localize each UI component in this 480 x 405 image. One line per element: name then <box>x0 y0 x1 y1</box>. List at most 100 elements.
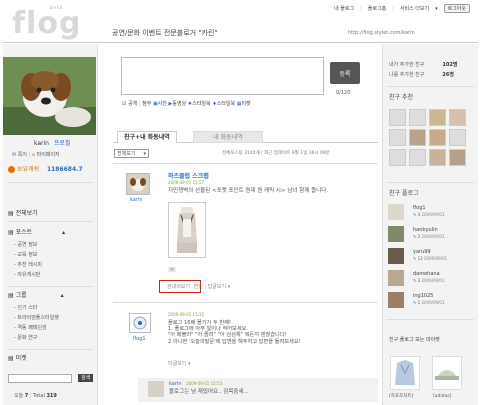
filter-summary: 전체포스팅 3144개 / 최근 업데이트 9월 1일 16시 09분 <box>222 151 330 156</box>
divider <box>386 86 474 87</box>
friend-blog-item[interactable]: flog1 ✎ 3 2009/09/01 <box>388 204 476 226</box>
message-link[interactable]: 쪽지 <box>18 152 27 158</box>
divider <box>386 319 474 320</box>
recommended-friend[interactable] <box>449 109 466 126</box>
avatar[interactable] <box>129 313 151 333</box>
filter-select[interactable]: 전체보기 ▾ <box>114 149 149 158</box>
menu-posts[interactable]: ▤ 포스트 ▴ <box>8 229 65 236</box>
friend-avatar <box>388 292 404 308</box>
product-thumbnail[interactable] <box>390 356 420 390</box>
tab-friends-activity[interactable]: 친구+내 화동내역 <box>117 131 177 143</box>
friend-market-title: 친구 플로그 보는 마이켓 <box>389 337 440 343</box>
nav-flog-home[interactable]: 플로그홈 <box>368 5 386 12</box>
recommended-friend[interactable] <box>389 129 406 146</box>
more-replies-link[interactable]: 더글보기 ▾ <box>168 361 191 367</box>
feed-line: "아 배불러" "아 졸려" "아 심심해" 뭐든지 괜찮습니다! <box>168 332 287 339</box>
mypage-link[interactable]: 마이페이지 <box>37 152 60 158</box>
friend-stats: 내가 추가한 친구 102명 나를 추가한 친구 26명 <box>389 60 457 80</box>
feed-thumbnail[interactable] <box>168 202 206 258</box>
blog-url[interactable]: http://flog.stylet.com/karin <box>348 30 415 36</box>
collapse-icon[interactable]: ▴ <box>61 292 64 299</box>
friend-blog-title: 친구 플로그 <box>389 190 419 197</box>
reply-author[interactable]: karin <box>169 381 182 387</box>
collapse-icon[interactable]: ▴ <box>62 229 65 236</box>
category-item[interactable]: - 자유게시판 <box>14 270 42 280</box>
friend-blog-item[interactable]: damehana ✎ 3 2009/09/01 <box>388 270 476 292</box>
option-stylebook[interactable]: 스타일북 <box>192 101 210 107</box>
action-link[interactable]: 연인 <box>194 284 203 290</box>
group-item[interactable]: - 격동 패레딘암 <box>14 323 59 333</box>
nav-more-services[interactable]: 서비스 더보기 <box>400 5 429 12</box>
recommended-friend[interactable] <box>449 149 466 166</box>
menu-posts-label: 포스트 <box>15 229 33 236</box>
profile-mini-links: ✉ 쪽지 | ⌂ 마이페이지 <box>12 152 60 158</box>
divider <box>113 163 378 164</box>
recommended-friend[interactable] <box>409 149 426 166</box>
logout-button[interactable]: 로그아웃 <box>443 4 470 13</box>
recommended-friend[interactable] <box>409 109 426 126</box>
divider <box>8 221 93 222</box>
option-video[interactable]: 동영상 <box>172 101 186 107</box>
folder-icon: ▤ <box>8 229 14 236</box>
friend-blog-item[interactable]: hanbyulin ✎ 2 2009/09/01 <box>388 226 476 248</box>
option-stylebook-2[interactable]: 스타일북 <box>217 101 235 107</box>
recommended-friend[interactable] <box>409 129 426 146</box>
profile-photo <box>3 57 96 135</box>
group-item[interactable]: - 인기 스타 <box>14 303 59 313</box>
avatar[interactable] <box>126 173 150 195</box>
menu-mini[interactable]: ▤ 미켓 <box>8 355 27 362</box>
top-nav: 내 플로그 | 플로그홈 | 서비스 더보기 ▾ 로그아웃 <box>334 4 470 13</box>
category-item[interactable]: - 교육 정보 <box>14 250 42 260</box>
chevron-down-icon: ▾ <box>188 361 191 367</box>
stat-row[interactable]: 내가 추가한 친구 102명 <box>389 60 457 70</box>
reply-avatar[interactable] <box>148 381 164 397</box>
flog-logo[interactable]: flog <box>12 6 81 41</box>
friend-avatar <box>388 270 404 286</box>
recommended-friend[interactable] <box>429 129 446 146</box>
option-photo[interactable]: 사진 <box>158 101 167 107</box>
product-label[interactable]: [adidas] <box>433 394 451 399</box>
option-market[interactable]: 미켓 <box>241 101 250 107</box>
menu-all[interactable]: ▤ 전체보기 <box>8 210 38 217</box>
filter-selected: 전체보기 <box>117 150 136 157</box>
divider <box>113 302 378 303</box>
tab-my-activity[interactable]: 내 화동내역 <box>193 131 263 143</box>
recommended-friend[interactable] <box>449 129 466 146</box>
recommended-friend[interactable] <box>389 109 406 126</box>
product-thumbnail[interactable] <box>432 356 462 390</box>
friend-blog-item[interactable]: yaru99 ✎ 13 2009/09/01 <box>388 248 476 270</box>
group-item[interactable]: - 트라이엄플스타일햇 <box>14 313 59 323</box>
coin-icon <box>8 166 15 173</box>
product-label[interactable]: [하포조처트] <box>389 394 413 399</box>
stat-row[interactable]: 나를 추가한 친구 26명 <box>389 70 457 80</box>
divider <box>8 349 93 350</box>
recommended-friend[interactable] <box>429 109 446 126</box>
status-textarea[interactable] <box>121 57 324 95</box>
recommend-grid <box>389 109 466 166</box>
action-view-replies[interactable]: 답글보기 <box>208 284 226 290</box>
char-counter: 0/120 <box>336 90 351 96</box>
category-item[interactable]: - 추천 레시피 <box>14 260 42 270</box>
recommended-friend[interactable] <box>429 149 446 166</box>
post-button[interactable]: 등록 <box>330 62 360 84</box>
folder-icon: ▤ <box>8 292 14 299</box>
menu-groups[interactable]: ▤ 그룹 ▴ <box>8 292 64 299</box>
feed-author[interactable]: karin <box>130 197 143 203</box>
chevron-down-icon: ▾ <box>435 5 438 12</box>
sidebar-search-input[interactable] <box>8 374 72 383</box>
action-view-related[interactable]: 관내의보기 <box>167 284 190 290</box>
friend-blog-item[interactable]: ing1025 ✎ 1 2009/09/01 <box>388 292 476 314</box>
recommended-friend[interactable] <box>389 149 406 166</box>
option-attach: 첨부 <box>142 101 152 107</box>
profile-link[interactable]: 프로필 <box>54 140 71 147</box>
feed-author[interactable]: flog1 <box>133 336 146 342</box>
public-checkbox[interactable]: ☑ <box>122 101 126 107</box>
profile-name[interactable]: karin <box>34 140 49 147</box>
visitor-count: 오늘 7 | Total 319 <box>14 393 57 399</box>
sidebar-search-button[interactable]: 검색 <box>78 374 94 382</box>
main-content <box>99 44 381 405</box>
nav-my-flog[interactable]: 내 플로그 <box>334 5 354 12</box>
group-item[interactable]: - 문화 연구 <box>14 333 59 343</box>
category-item[interactable]: - 공연 정보 <box>14 240 42 250</box>
header-divider <box>3 42 478 43</box>
